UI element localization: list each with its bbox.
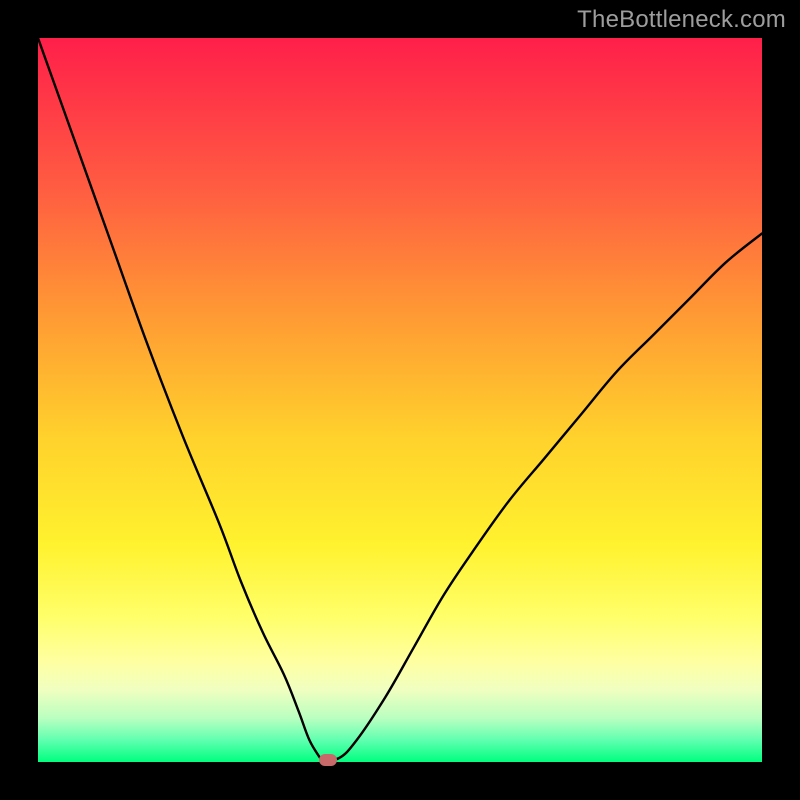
watermark-text: TheBottleneck.com bbox=[577, 6, 786, 34]
curve-layer bbox=[38, 38, 762, 762]
curve-right-path bbox=[320, 233, 762, 759]
curve-left-path bbox=[38, 38, 320, 758]
chart-plot-area bbox=[38, 38, 762, 762]
chart-frame: TheBottleneck.com bbox=[0, 0, 800, 800]
optimum-dot bbox=[319, 754, 337, 766]
